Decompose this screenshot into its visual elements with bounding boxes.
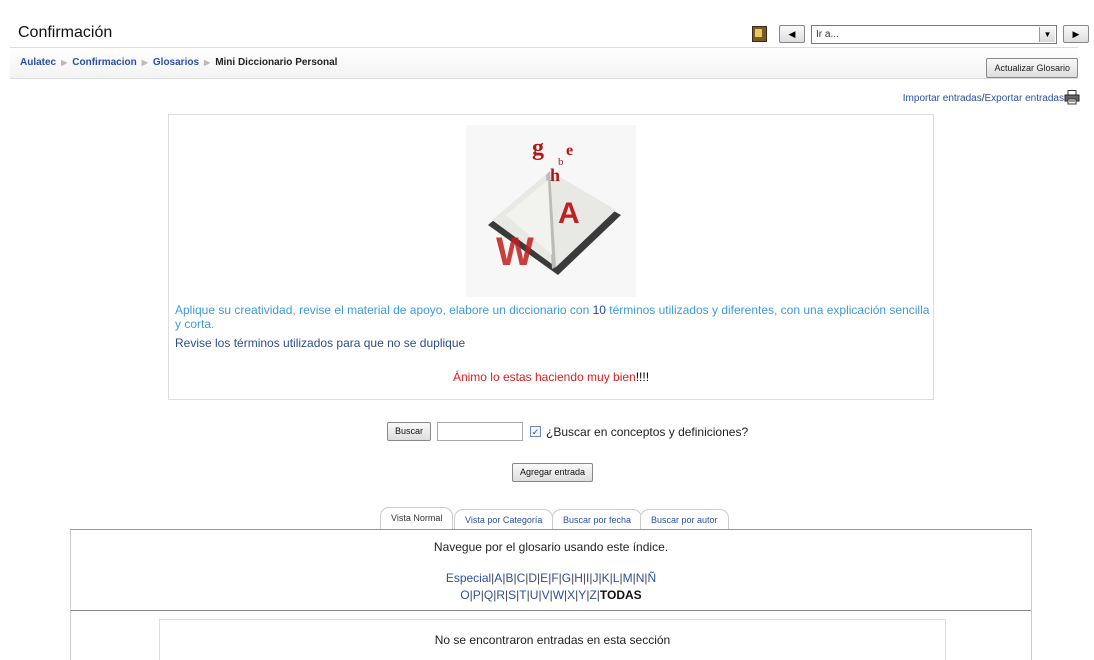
chevron-down-icon[interactable]: ▼ xyxy=(1039,26,1055,42)
index-letter[interactable]: X xyxy=(567,588,575,602)
svg-text:h: h xyxy=(550,165,560,185)
search-in-definitions-label: ¿Buscar en conceptos y definiciones? xyxy=(546,424,749,439)
index-divider xyxy=(71,610,1031,611)
previous-activity-button[interactable]: ◀ xyxy=(779,25,805,43)
index-all-selected: TODAS xyxy=(599,588,642,602)
svg-text:g: g xyxy=(532,135,544,161)
tab-vista-categoria[interactable]: Vista por Categoría xyxy=(454,509,554,529)
export-entries-link[interactable]: Exportar entradas xyxy=(985,93,1065,104)
add-entry-button[interactable]: Agregar entrada xyxy=(512,463,594,482)
jump-to-value: Ir a... xyxy=(816,28,839,40)
index-letter[interactable]: E xyxy=(540,571,548,585)
index-letter[interactable]: O xyxy=(460,588,469,602)
tab-buscar-fecha[interactable]: Buscar por fecha xyxy=(552,509,643,529)
browse-note: Navegue por el glosario usando este índi… xyxy=(433,540,669,554)
printer-icon[interactable] xyxy=(1064,90,1080,105)
index-letter[interactable]: D xyxy=(528,571,537,585)
index-letter[interactable]: F xyxy=(551,571,558,585)
index-letter[interactable]: C xyxy=(517,571,526,585)
glossary-intro-box: g e b h A W Aplique su creatividad, revi… xyxy=(168,114,934,400)
navbar: Aulatec ▶ Confirmacion ▶ Glosarios ▶ Min… xyxy=(10,47,1078,79)
index-letter[interactable]: P xyxy=(473,588,481,602)
breadcrumb-separator-icon: ▶ xyxy=(61,58,68,67)
page-header: Confirmación ◀ Ir a... ▼ ▶ xyxy=(0,0,1094,44)
search-form: Buscar ✓ ¿Buscar en conceptos y definici… xyxy=(387,422,748,441)
breadcrumb: Aulatec ▶ Confirmacion ▶ Glosarios ▶ Min… xyxy=(20,57,337,68)
tab-buscar-autor[interactable]: Buscar por autor xyxy=(640,509,729,529)
svg-text:A: A xyxy=(558,197,580,230)
breadcrumb-glosarios[interactable]: Glosarios xyxy=(153,57,199,68)
index-letter[interactable]: M xyxy=(623,571,633,585)
search-in-definitions-checkbox[interactable]: ✓ xyxy=(530,426,542,437)
dictionary-book-image: g e b h A W xyxy=(466,125,636,297)
svg-text:W: W xyxy=(496,230,534,274)
breadcrumb-aulatec[interactable]: Aulatec xyxy=(20,57,56,68)
index-letter[interactable]: Z xyxy=(589,588,596,602)
alphabet-index-row1: Especial|A|B|C|D|E|F|G|H|I|J|K|L|M|N|Ñ xyxy=(445,571,657,585)
index-letter[interactable]: Q xyxy=(484,588,493,602)
update-glossary-button[interactable]: Actualizar Glosario xyxy=(986,58,1078,78)
index-letter[interactable]: G xyxy=(562,571,571,585)
breadcrumb-separator-icon: ▶ xyxy=(141,58,148,67)
tab-vista-normal[interactable]: Vista Normal xyxy=(380,507,454,529)
breadcrumb-current: Mini Diccionario Personal xyxy=(215,57,338,68)
breadcrumb-separator-icon: ▶ xyxy=(204,58,211,67)
breadcrumb-confirmacion[interactable]: Confirmacion xyxy=(72,57,136,68)
activity-navigation: ◀ Ir a... ▼ ▶ xyxy=(752,23,1089,45)
intro-instruction: Aplique su creatividad, revise el materi… xyxy=(175,303,930,331)
next-activity-button[interactable]: ▶ xyxy=(1063,25,1089,43)
intro-reminder: Revise los términos utilizados para que … xyxy=(175,336,466,350)
empty-entries-message: No se encontraron entradas en esta secci… xyxy=(159,619,946,660)
search-input[interactable] xyxy=(437,422,524,441)
import-export-links: Importar entradas/Exportar entradas xyxy=(903,93,1064,104)
glossary-content: Navegue por el glosario usando este índi… xyxy=(70,530,1032,660)
index-letter[interactable]: T xyxy=(519,588,526,602)
index-letter[interactable]: H xyxy=(574,571,583,585)
index-letter[interactable]: K xyxy=(602,571,610,585)
index-letter[interactable]: V xyxy=(542,588,550,602)
index-letter[interactable]: Especial xyxy=(446,571,491,585)
view-tabs: Vista Normal Vista por Categoría Buscar … xyxy=(0,507,1094,529)
index-letter[interactable]: S xyxy=(508,588,516,602)
glossary-activity-icon[interactable] xyxy=(752,26,767,42)
jump-to-select[interactable]: Ir a... ▼ xyxy=(811,24,1057,44)
index-letter[interactable]: Ñ xyxy=(648,571,657,585)
index-letter[interactable]: R xyxy=(496,588,505,602)
search-button[interactable]: Buscar xyxy=(387,422,432,441)
page-title: Confirmación xyxy=(18,24,113,41)
svg-text:e: e xyxy=(566,142,573,159)
import-entries-link[interactable]: Importar entradas xyxy=(903,93,982,104)
index-letter[interactable]: W xyxy=(553,588,564,602)
alphabet-index-row2: O|P|Q|R|S|T|U|V|W|X|Y|Z|TODAS xyxy=(460,588,642,602)
intro-encouragement: Ánimo lo estas haciendo muy bien!!!! xyxy=(452,370,650,384)
